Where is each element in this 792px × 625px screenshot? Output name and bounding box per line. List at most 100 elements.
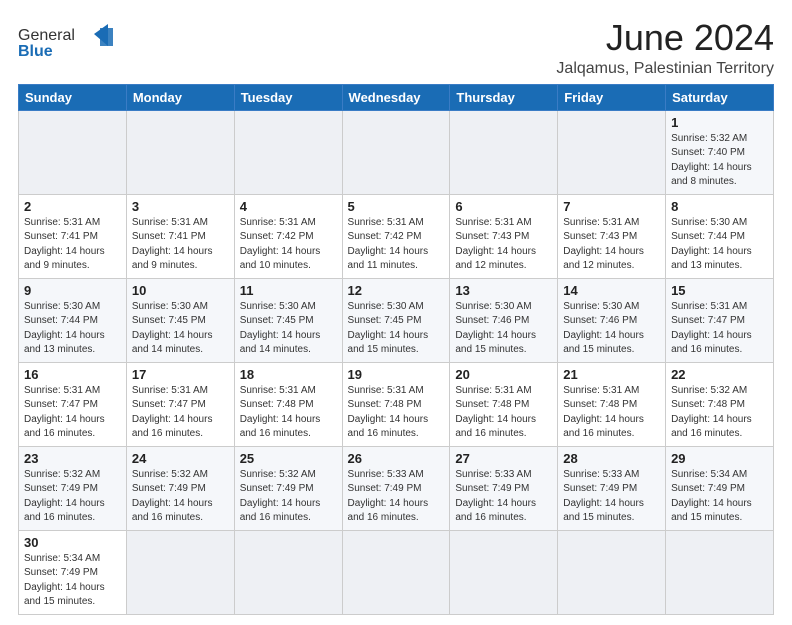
day-info: Sunrise: 5:31 AM Sunset: 7:48 PM Dayligh… bbox=[455, 384, 552, 442]
day-number: 23 bbox=[24, 451, 121, 466]
calendar-cell: 3Sunrise: 5:31 AM Sunset: 7:41 PM Daylig… bbox=[126, 194, 234, 278]
calendar-cell: 25Sunrise: 5:32 AM Sunset: 7:49 PM Dayli… bbox=[234, 446, 342, 530]
day-info: Sunrise: 5:31 AM Sunset: 7:41 PM Dayligh… bbox=[24, 216, 121, 274]
day-info: Sunrise: 5:34 AM Sunset: 7:49 PM Dayligh… bbox=[24, 552, 121, 610]
calendar-cell: 29Sunrise: 5:34 AM Sunset: 7:49 PM Dayli… bbox=[666, 446, 774, 530]
day-number: 9 bbox=[24, 283, 121, 298]
day-number: 17 bbox=[132, 367, 229, 382]
day-number: 18 bbox=[240, 367, 337, 382]
weekday-header-row: SundayMondayTuesdayWednesdayThursdayFrid… bbox=[19, 84, 774, 110]
day-number: 6 bbox=[455, 199, 552, 214]
calendar-cell bbox=[234, 530, 342, 614]
day-number: 5 bbox=[348, 199, 445, 214]
week-row-6: 30 Sunrise: 5:34 AM Sunset: 7:49 PM Dayli… bbox=[19, 530, 774, 614]
day-info: Sunrise: 5:31 AM Sunset: 7:43 PM Dayligh… bbox=[563, 216, 660, 274]
month-title: June 2024 bbox=[556, 18, 774, 58]
calendar-cell: 16 Sunrise: 5:31 AM Sunset: 7:47 PM Dayli… bbox=[19, 362, 127, 446]
header: General Blue June 2024 Jalqamus, Palesti… bbox=[18, 18, 774, 78]
calendar-cell: 5 Sunrise: 5:31 AM Sunset: 7:42 PM Daylig… bbox=[342, 194, 450, 278]
svg-text:General: General bbox=[18, 27, 75, 44]
calendar-cell: 21 Sunrise: 5:31 AM Sunset: 7:48 PM Dayli… bbox=[558, 362, 666, 446]
calendar-cell: 17 Sunrise: 5:31 AM Sunset: 7:47 PM Dayli… bbox=[126, 362, 234, 446]
day-info: Sunrise: 5:31 AM Sunset: 7:47 PM Dayligh… bbox=[132, 384, 229, 442]
day-info: Sunrise: 5:30 AM Sunset: 7:44 PM Dayligh… bbox=[671, 216, 768, 274]
day-number: 22 bbox=[671, 367, 768, 382]
calendar-cell: 27Sunrise: 5:33 AM Sunset: 7:49 PM Dayli… bbox=[450, 446, 558, 530]
calendar-cell: 12Sunrise: 5:30 AM Sunset: 7:45 PM Dayli… bbox=[342, 278, 450, 362]
calendar-cell bbox=[450, 110, 558, 194]
day-info: Sunrise: 5:31 AM Sunset: 7:48 PM Dayligh… bbox=[348, 384, 445, 442]
day-info: Sunrise: 5:31 AM Sunset: 7:47 PM Dayligh… bbox=[671, 300, 768, 358]
day-info: Sunrise: 5:30 AM Sunset: 7:46 PM Dayligh… bbox=[455, 300, 552, 358]
weekday-header-thursday: Thursday bbox=[450, 84, 558, 110]
weekday-header-saturday: Saturday bbox=[666, 84, 774, 110]
day-number: 11 bbox=[240, 283, 337, 298]
week-row-2: 2Sunrise: 5:31 AM Sunset: 7:41 PM Daylig… bbox=[19, 194, 774, 278]
week-row-5: 23 Sunrise: 5:32 AM Sunset: 7:49 PM Dayli… bbox=[19, 446, 774, 530]
calendar-cell bbox=[666, 530, 774, 614]
day-number: 15 bbox=[671, 283, 768, 298]
calendar-cell: 13 Sunrise: 5:30 AM Sunset: 7:46 PM Dayli… bbox=[450, 278, 558, 362]
day-number: 29 bbox=[671, 451, 768, 466]
day-info: Sunrise: 5:31 AM Sunset: 7:42 PM Dayligh… bbox=[240, 216, 337, 274]
calendar-page: General Blue June 2024 Jalqamus, Palesti… bbox=[0, 0, 792, 625]
calendar-cell: 9 Sunrise: 5:30 AM Sunset: 7:44 PM Daylig… bbox=[19, 278, 127, 362]
day-info: Sunrise: 5:31 AM Sunset: 7:41 PM Dayligh… bbox=[132, 216, 229, 274]
calendar-cell: 23 Sunrise: 5:32 AM Sunset: 7:49 PM Dayli… bbox=[19, 446, 127, 530]
day-number: 20 bbox=[455, 367, 552, 382]
calendar-cell: 20 Sunrise: 5:31 AM Sunset: 7:48 PM Dayli… bbox=[450, 362, 558, 446]
calendar-cell: 22 Sunrise: 5:32 AM Sunset: 7:48 PM Dayli… bbox=[666, 362, 774, 446]
day-info: Sunrise: 5:31 AM Sunset: 7:48 PM Dayligh… bbox=[240, 384, 337, 442]
day-info: Sunrise: 5:30 AM Sunset: 7:45 PM Dayligh… bbox=[348, 300, 445, 358]
calendar-cell: 24Sunrise: 5:32 AM Sunset: 7:49 PM Dayli… bbox=[126, 446, 234, 530]
day-info: Sunrise: 5:32 AM Sunset: 7:48 PM Dayligh… bbox=[671, 384, 768, 442]
calendar-cell bbox=[234, 110, 342, 194]
day-info: Sunrise: 5:30 AM Sunset: 7:44 PM Dayligh… bbox=[24, 300, 121, 358]
calendar-cell: 6 Sunrise: 5:31 AM Sunset: 7:43 PM Daylig… bbox=[450, 194, 558, 278]
day-number: 7 bbox=[563, 199, 660, 214]
day-number: 13 bbox=[455, 283, 552, 298]
day-number: 27 bbox=[455, 451, 552, 466]
day-number: 4 bbox=[240, 199, 337, 214]
day-number: 19 bbox=[348, 367, 445, 382]
day-info: Sunrise: 5:31 AM Sunset: 7:42 PM Dayligh… bbox=[348, 216, 445, 274]
day-number: 21 bbox=[563, 367, 660, 382]
day-info: Sunrise: 5:32 AM Sunset: 7:49 PM Dayligh… bbox=[24, 468, 121, 526]
svg-text:Blue: Blue bbox=[18, 43, 53, 60]
location: Jalqamus, Palestinian Territory bbox=[556, 60, 774, 78]
day-number: 28 bbox=[563, 451, 660, 466]
weekday-header-monday: Monday bbox=[126, 84, 234, 110]
day-info: Sunrise: 5:31 AM Sunset: 7:47 PM Dayligh… bbox=[24, 384, 121, 442]
weekday-header-wednesday: Wednesday bbox=[342, 84, 450, 110]
day-info: Sunrise: 5:30 AM Sunset: 7:45 PM Dayligh… bbox=[132, 300, 229, 358]
day-info: Sunrise: 5:31 AM Sunset: 7:43 PM Dayligh… bbox=[455, 216, 552, 274]
day-number: 16 bbox=[24, 367, 121, 382]
calendar-cell: 15 Sunrise: 5:31 AM Sunset: 7:47 PM Dayli… bbox=[666, 278, 774, 362]
day-number: 8 bbox=[671, 199, 768, 214]
day-info: Sunrise: 5:30 AM Sunset: 7:45 PM Dayligh… bbox=[240, 300, 337, 358]
day-number: 30 bbox=[24, 535, 121, 550]
day-info: Sunrise: 5:31 AM Sunset: 7:48 PM Dayligh… bbox=[563, 384, 660, 442]
day-info: Sunrise: 5:32 AM Sunset: 7:40 PM Dayligh… bbox=[671, 132, 768, 190]
week-row-3: 9 Sunrise: 5:30 AM Sunset: 7:44 PM Daylig… bbox=[19, 278, 774, 362]
calendar-cell: 30 Sunrise: 5:34 AM Sunset: 7:49 PM Dayli… bbox=[19, 530, 127, 614]
week-row-1: 1Sunrise: 5:32 AM Sunset: 7:40 PM Daylig… bbox=[19, 110, 774, 194]
weekday-header-friday: Friday bbox=[558, 84, 666, 110]
calendar-cell bbox=[558, 110, 666, 194]
calendar-cell bbox=[126, 110, 234, 194]
day-number: 25 bbox=[240, 451, 337, 466]
day-info: Sunrise: 5:33 AM Sunset: 7:49 PM Dayligh… bbox=[563, 468, 660, 526]
calendar-cell: 8 Sunrise: 5:30 AM Sunset: 7:44 PM Daylig… bbox=[666, 194, 774, 278]
calendar-cell bbox=[558, 530, 666, 614]
day-info: Sunrise: 5:33 AM Sunset: 7:49 PM Dayligh… bbox=[348, 468, 445, 526]
day-info: Sunrise: 5:30 AM Sunset: 7:46 PM Dayligh… bbox=[563, 300, 660, 358]
calendar-cell: 26Sunrise: 5:33 AM Sunset: 7:49 PM Dayli… bbox=[342, 446, 450, 530]
day-number: 24 bbox=[132, 451, 229, 466]
day-number: 10 bbox=[132, 283, 229, 298]
calendar-cell bbox=[126, 530, 234, 614]
calendar-cell: 11 Sunrise: 5:30 AM Sunset: 7:45 PM Dayli… bbox=[234, 278, 342, 362]
weekday-header-tuesday: Tuesday bbox=[234, 84, 342, 110]
logo-text: General Blue bbox=[18, 18, 118, 65]
calendar-cell: 4 Sunrise: 5:31 AM Sunset: 7:42 PM Daylig… bbox=[234, 194, 342, 278]
weekday-header-sunday: Sunday bbox=[19, 84, 127, 110]
